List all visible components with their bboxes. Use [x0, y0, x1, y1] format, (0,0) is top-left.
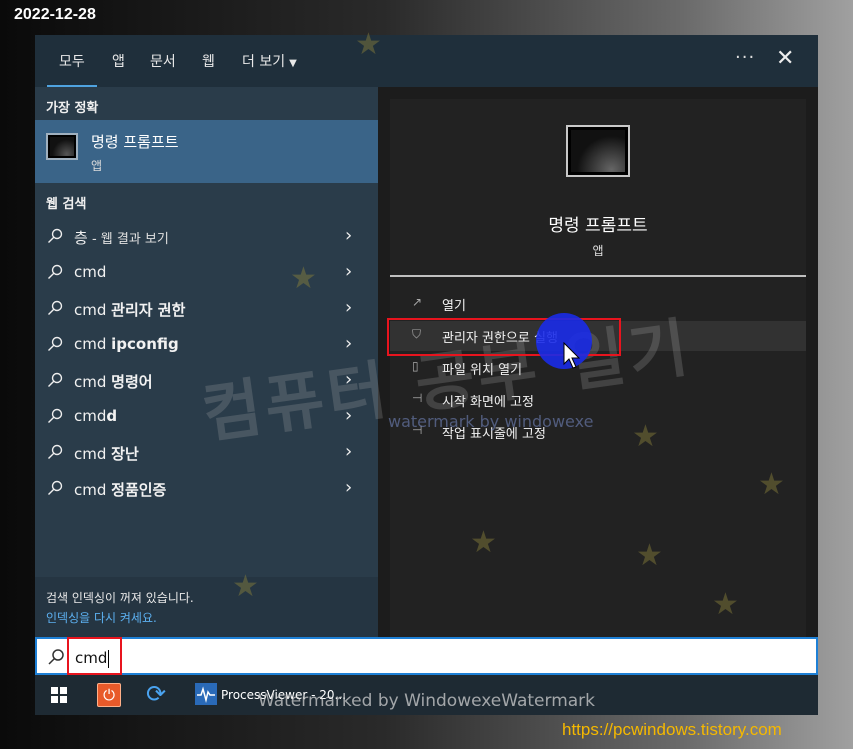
star-decoration: ★: [636, 538, 663, 573]
best-match-item[interactable]: 명령 프롬프트 앱: [35, 120, 378, 183]
preview-app-subtitle: 앱: [592, 244, 604, 258]
star-decoration: ★: [470, 525, 497, 560]
result-label: cmd 명령어: [74, 371, 153, 392]
processviewer-icon[interactable]: [195, 683, 217, 705]
result-prefix: cmd: [74, 445, 112, 463]
search-icon: [48, 228, 63, 243]
search-icon: [48, 649, 64, 665]
web-results-row[interactable]: 층 - 웹 결과 보기 ›: [35, 219, 378, 255]
source-url: https://pcwindows.tistory.com: [562, 720, 782, 739]
result-label: cmd: [74, 263, 106, 281]
turn-on-indexing-link[interactable]: 인덱싱을 다시 켜세요.: [46, 609, 157, 626]
search-icon: [48, 480, 63, 495]
chevron-right-icon[interactable]: ›: [345, 441, 352, 462]
chevron-right-icon[interactable]: ›: [345, 477, 352, 498]
search-icon: [48, 372, 63, 387]
search-tab-bar: 모두 앱 문서 웹 더 보기 ▼ ··· ✕: [35, 35, 818, 88]
search-icon: [48, 444, 63, 459]
refresh-icon[interactable]: ⟳: [146, 680, 166, 708]
close-button[interactable]: ✕: [776, 46, 794, 71]
chevron-right-icon[interactable]: ›: [345, 297, 352, 318]
result-cmd[interactable]: cmd ›: [35, 255, 378, 291]
result-prefix: 층: [74, 229, 88, 247]
result-suffix: - 웹 결과 보기: [87, 232, 169, 247]
tab-web[interactable]: 웹: [202, 51, 215, 71]
bottom-watermark: Watermarked by WindowexeWatermark: [258, 691, 596, 711]
screenshot-root: { "stamp_date": "2022-12-28", "tabs": [ …: [0, 0, 853, 749]
highlight-search-input: [67, 637, 122, 675]
search-icon: [48, 264, 63, 279]
preview-divider: [390, 275, 806, 277]
result-prefix: cmd: [74, 373, 112, 391]
search-box[interactable]: cmd: [35, 637, 818, 675]
result-label: 층 - 웹 결과 보기: [74, 227, 169, 248]
indexing-notice-text: 검색 인덱싱이 꺼져 있습니다.: [46, 591, 194, 605]
result-suffix: ipconfig: [111, 335, 179, 353]
result-cmd-admin[interactable]: cmd 관리자 권한 ›: [35, 291, 378, 327]
search-icon: [48, 408, 63, 423]
best-match-title: 명령 프롬프트: [91, 133, 179, 151]
result-prefix: cmd: [74, 335, 112, 353]
star-decoration: ★: [758, 467, 785, 502]
indexing-notice: 검색 인덱싱이 꺼져 있습니다. 인덱싱을 다시 켜세요.: [35, 577, 378, 637]
mouse-cursor-icon: [563, 342, 581, 369]
tab-more[interactable]: 더 보기 ▼: [242, 51, 297, 71]
star-decoration: ★: [355, 27, 382, 62]
result-label: cmd 관리자 권한: [74, 299, 185, 320]
date-stamp: 2022-12-28: [14, 6, 96, 23]
search-icon: [48, 336, 63, 351]
result-label: cmd 정품인증: [74, 479, 166, 500]
web-search-heading: 웹 검색: [46, 197, 87, 212]
result-suffix: 명령어: [111, 373, 153, 391]
command-prompt-icon: [46, 133, 78, 160]
command-prompt-large-icon: [566, 125, 630, 177]
best-match-subtitle: 앱: [91, 159, 103, 173]
tab-apps[interactable]: 앱: [112, 51, 125, 71]
tab-web-label: 웹: [202, 54, 215, 70]
result-cmd-activation[interactable]: cmd 정품인증 ›: [35, 471, 378, 507]
result-suffix: 장난: [111, 445, 139, 463]
star-decoration: ★: [632, 419, 659, 454]
tab-more-label: 더 보기: [242, 54, 286, 70]
star-decoration: ★: [232, 569, 259, 604]
star-decoration: ★: [712, 587, 739, 622]
chevron-right-icon[interactable]: ›: [345, 261, 352, 282]
small-watermark: watermark by windowexe: [388, 412, 594, 431]
tab-documents[interactable]: 문서: [150, 51, 176, 71]
result-label: cmd 장난: [74, 443, 139, 464]
result-suffix: 정품인증: [111, 481, 167, 499]
result-suffix: 관리자 권한: [111, 301, 186, 319]
best-match-heading: 가장 정확: [46, 101, 99, 116]
star-decoration: ★: [290, 261, 317, 296]
preview-app-title: 명령 프롬프트: [548, 216, 648, 236]
chevron-down-icon: ▼: [289, 58, 297, 69]
result-prefix: cmd: [74, 263, 107, 281]
result-prefix: cmd: [74, 481, 112, 499]
result-label: cmd ipconfig: [74, 335, 179, 353]
windows-start-icon[interactable]: [51, 687, 67, 703]
more-options-button[interactable]: ···: [735, 47, 755, 68]
result-prefix: cmd: [74, 301, 112, 319]
chevron-right-icon[interactable]: ›: [345, 225, 352, 246]
result-label: cmdd: [74, 407, 117, 425]
result-prefix: cmd: [74, 407, 107, 425]
tab-all[interactable]: 모두: [47, 51, 97, 88]
result-suffix: d: [106, 407, 118, 425]
action-label: 열기: [442, 299, 466, 314]
search-icon: [48, 300, 63, 315]
power-icon[interactable]: ⏻: [97, 683, 121, 707]
open-icon: ↗: [412, 295, 423, 309]
